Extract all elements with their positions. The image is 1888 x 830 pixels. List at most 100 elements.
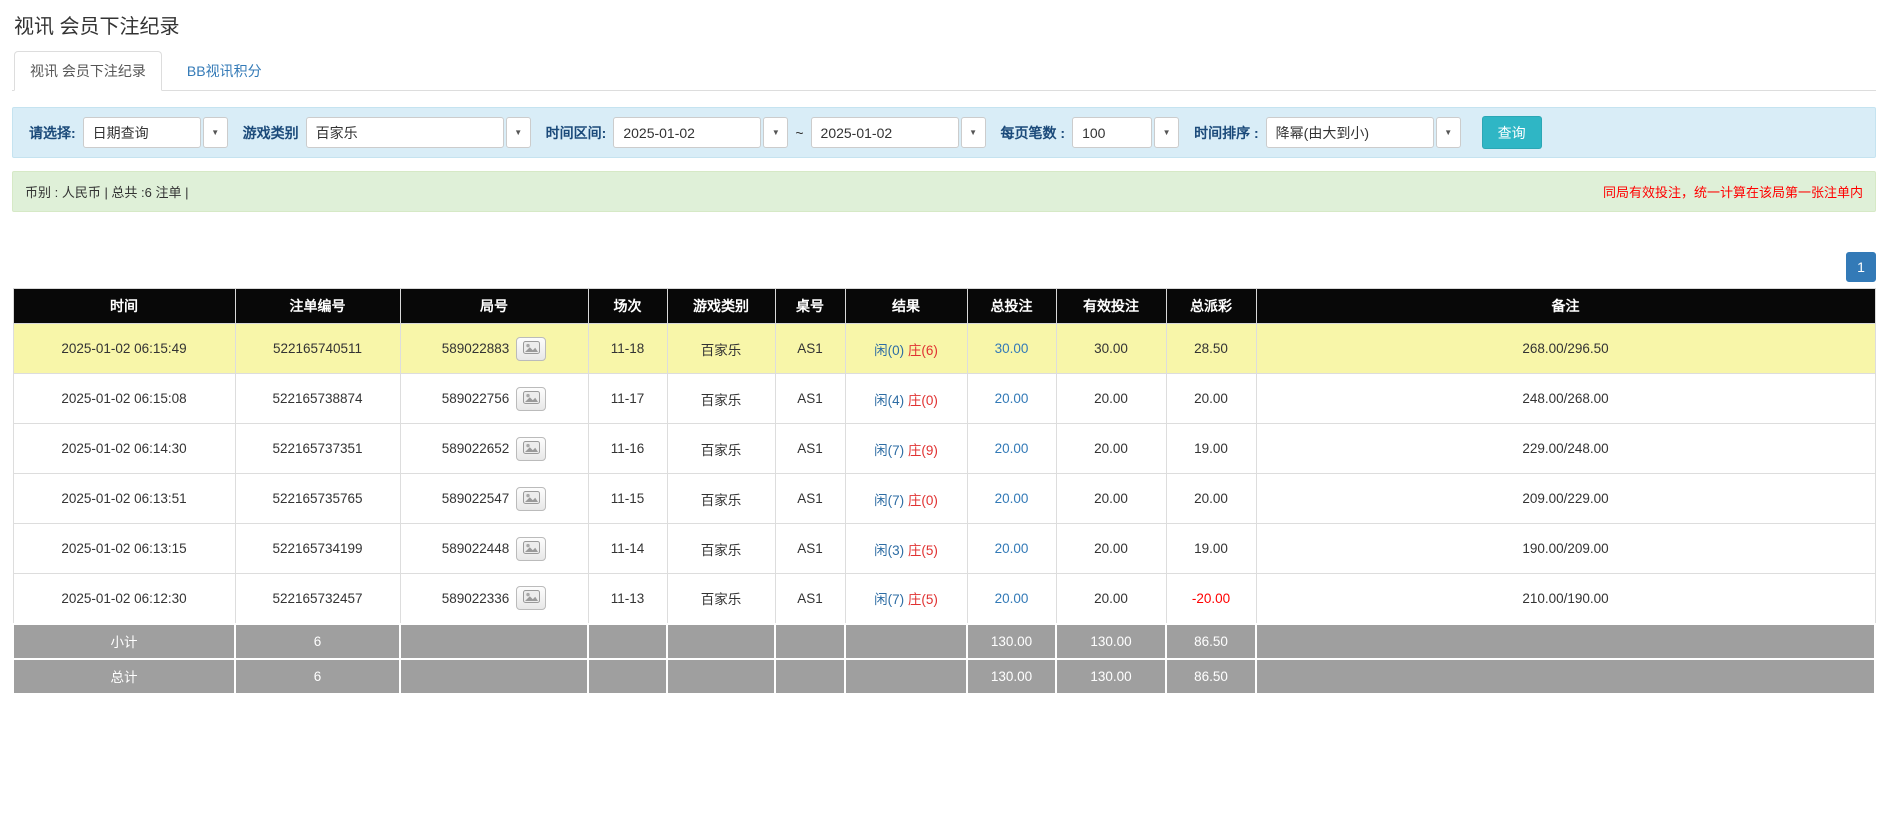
cell-time: 2025-01-02 06:15:08 [13,374,235,424]
empty-cell [588,624,667,659]
date-from-input[interactable]: 2025-01-02 [613,117,761,148]
round-result-button[interactable] [516,586,546,610]
col-header-time: 时间 [13,289,235,324]
total-bet-link[interactable]: 20.00 [995,441,1029,456]
result-player-text: 闲(7) [874,443,904,458]
query-type-label: 请选择: [29,123,76,143]
date-to-caret-button[interactable]: ▼ [961,117,986,148]
round-result-button[interactable] [516,437,546,461]
empty-cell [845,624,967,659]
chevron-down-icon: ▼ [211,129,219,137]
summary-bar: 币别 : 人民币 | 总共 :6 注单 | 同局有效投注，统一计算在该局第一张注… [12,171,1876,212]
sort-order-input[interactable]: 降幂(由大到小) [1266,117,1434,148]
game-type-input[interactable]: 百家乐 [306,117,504,148]
cell-valid-bet: 20.00 [1056,374,1166,424]
page-size-value: 100 [1082,125,1105,141]
cell-note: 268.00/296.50 [1256,324,1875,374]
game-result-image-icon [523,491,540,507]
total-bet-link[interactable]: 20.00 [995,591,1029,606]
round-result-button[interactable] [516,337,546,361]
cell-result: 闲(0) 庄(6) [845,324,967,374]
query-type-caret-button[interactable]: ▼ [203,117,228,148]
cell-bet-id: 522165738874 [235,374,400,424]
col-header-payout: 总派彩 [1166,289,1256,324]
date-to-value: 2025-01-02 [821,125,893,141]
game-type-label: 游戏类别 [243,123,299,143]
result-banker-text: 庄(5) [908,592,938,607]
cell-round-id: 589022336 [400,574,588,624]
cell-table-no: AS1 [775,574,845,624]
sort-order-caret-button[interactable]: ▼ [1436,117,1461,148]
result-banker-text: 庄(0) [908,393,938,408]
round-id-text: 589022448 [442,541,510,556]
round-id-text: 589022547 [442,491,510,506]
chevron-down-icon: ▼ [969,129,977,137]
cell-payout: 28.50 [1166,324,1256,374]
cell-note: 248.00/268.00 [1256,374,1875,424]
page-title: 视讯 会员下注纪录 [14,10,1876,39]
round-result-button[interactable] [516,537,546,561]
tab-bb-video-points[interactable]: BB视讯积分 [172,52,277,90]
game-result-image-icon [523,590,540,606]
subtotal-label: 小计 [13,624,235,659]
cell-total-bet: 20.00 [967,474,1056,524]
round-id-text: 589022883 [442,341,510,356]
cell-result: 闲(7) 庄(0) [845,474,967,524]
game-type-caret-button[interactable]: ▼ [506,117,531,148]
cell-time: 2025-01-02 06:13:15 [13,524,235,574]
page-size-input[interactable]: 100 [1072,117,1152,148]
total-bet-link[interactable]: 20.00 [995,391,1029,406]
total-total-bet: 130.00 [967,659,1056,694]
table-header-row: 时间 注单编号 局号 场次 游戏类别 桌号 结果 总投注 有效投注 总派彩 备注 [13,289,1875,324]
cell-total-bet: 20.00 [967,374,1056,424]
col-header-table-no: 桌号 [775,289,845,324]
table-row: 2025-01-02 06:13:51 522165735765 5890225… [13,474,1875,524]
empty-cell [588,659,667,694]
round-id-text: 589022652 [442,441,510,456]
col-header-result: 结果 [845,289,967,324]
subtotal-total-bet: 130.00 [967,624,1056,659]
cell-valid-bet: 20.00 [1056,524,1166,574]
cell-round-id: 589022652 [400,424,588,474]
round-id-text: 589022336 [442,591,510,606]
cell-total-bet: 20.00 [967,524,1056,574]
cell-result: 闲(3) 庄(5) [845,524,967,574]
table-row: 2025-01-02 06:13:15 522165734199 5890224… [13,524,1875,574]
table-row: 2025-01-02 06:15:08 522165738874 5890227… [13,374,1875,424]
cell-result: 闲(4) 庄(0) [845,374,967,424]
total-payout: 86.50 [1166,659,1256,694]
cell-payout: -20.00 [1166,574,1256,624]
total-bet-link[interactable]: 20.00 [995,491,1029,506]
date-to-input[interactable]: 2025-01-02 [811,117,959,148]
betting-records-table: 时间 注单编号 局号 场次 游戏类别 桌号 结果 总投注 有效投注 总派彩 备注… [12,288,1876,695]
query-type-input[interactable]: 日期查询 [83,117,201,148]
total-bet-link[interactable]: 20.00 [995,541,1029,556]
query-type-value: 日期查询 [93,123,149,143]
cell-session: 11-13 [588,574,667,624]
round-result-button[interactable] [516,487,546,511]
round-result-button[interactable] [516,387,546,411]
cell-table-no: AS1 [775,474,845,524]
cell-bet-id: 522165740511 [235,324,400,374]
cell-table-no: AS1 [775,374,845,424]
total-bet-link[interactable]: 30.00 [995,341,1029,356]
cell-session: 11-18 [588,324,667,374]
game-result-image-icon [523,341,540,357]
cell-note: 209.00/229.00 [1256,474,1875,524]
cell-session: 11-17 [588,374,667,424]
cell-round-id: 589022547 [400,474,588,524]
tab-betting-records[interactable]: 视讯 会员下注纪录 [14,51,162,91]
empty-cell [845,659,967,694]
table-row: 2025-01-02 06:15:49 522165740511 5890228… [13,324,1875,374]
cell-round-id: 589022883 [400,324,588,374]
pagination-page-1-button[interactable]: 1 [1846,252,1876,282]
search-button[interactable]: 查询 [1482,116,1542,149]
date-to-combobox: 2025-01-02 ▼ [811,117,986,148]
cell-time: 2025-01-02 06:12:30 [13,574,235,624]
chevron-down-icon: ▼ [1444,129,1452,137]
game-result-image-icon [523,541,540,557]
date-from-caret-button[interactable]: ▼ [763,117,788,148]
page-size-caret-button[interactable]: ▼ [1154,117,1179,148]
cell-game-type: 百家乐 [667,474,775,524]
cell-result: 闲(7) 庄(5) [845,574,967,624]
